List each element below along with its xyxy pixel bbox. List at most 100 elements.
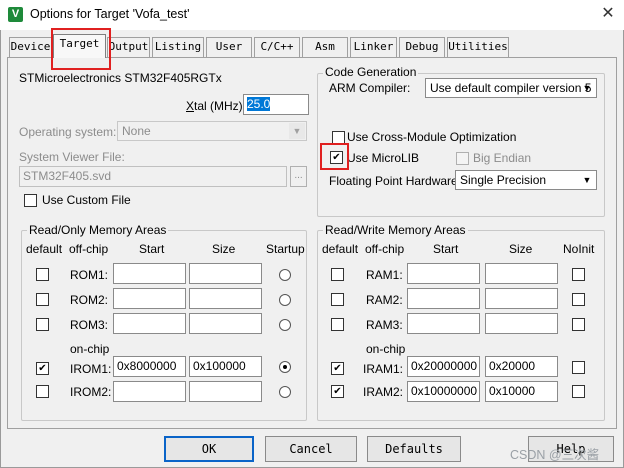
keil-app-icon: V [8, 7, 23, 22]
ro-header-startup: Startup [266, 242, 305, 256]
rom2-label: ROM2: [70, 293, 109, 307]
ro-header-offchip: off-chip [69, 242, 109, 256]
tab-asm[interactable]: Asm [302, 37, 348, 57]
irom2-default-checkbox[interactable] [36, 385, 49, 398]
irom1-startup-radio[interactable] [279, 361, 291, 373]
ram3-label: RAM3: [366, 318, 403, 332]
device-name-label: STMicroelectronics STM32F405RGTx [19, 71, 222, 85]
iram1-label: IRAM1: [363, 362, 404, 376]
rom1-start-input[interactable] [113, 263, 186, 284]
use-custom-file-label: Use Custom File [42, 193, 131, 207]
svf-browse-button[interactable]: ... [290, 166, 307, 187]
ram2-label: RAM2: [366, 293, 403, 307]
irom1-size-input[interactable]: 0x100000 [189, 356, 262, 377]
cancel-button[interactable]: Cancel [265, 436, 357, 462]
rom2-size-input[interactable] [189, 288, 262, 309]
irom2-startup-radio[interactable] [279, 386, 291, 398]
rom2-start-input[interactable] [113, 288, 186, 309]
rom3-size-input[interactable] [189, 313, 262, 334]
irom2-start-input[interactable] [113, 381, 186, 402]
irom2-size-input[interactable] [189, 381, 262, 402]
chevron-down-icon: ▼ [582, 175, 592, 185]
close-icon[interactable]: ✕ [596, 3, 620, 25]
csdn-watermark: CSDN @三次酱 [510, 448, 600, 462]
iram2-default-checkbox[interactable] [331, 385, 344, 398]
ram2-noinit-checkbox[interactable] [572, 293, 585, 306]
microlib-checkbox[interactable] [330, 151, 343, 164]
ram1-default-checkbox[interactable] [331, 268, 344, 281]
rom1-label: ROM1: [70, 268, 109, 282]
ram2-start-input[interactable] [407, 288, 480, 309]
rw-onchip-label: on-chip [366, 342, 406, 356]
rom3-label: ROM3: [70, 318, 109, 332]
ram3-noinit-checkbox[interactable] [572, 318, 585, 331]
arm-compiler-label: ARM Compiler: [329, 81, 411, 95]
fph-label: Floating Point Hardware: [329, 174, 462, 188]
rw-header-noinit: NoInit [563, 242, 595, 256]
tab-utilities[interactable]: Utilities [447, 37, 509, 57]
ram1-noinit-checkbox[interactable] [572, 268, 585, 281]
ro-header-size: Size [212, 242, 236, 256]
rom2-startup-radio[interactable] [279, 294, 291, 306]
os-select[interactable]: None ▼ [117, 121, 307, 141]
big-endian-checkbox[interactable] [456, 152, 469, 165]
iram1-size-input[interactable]: 0x20000 [485, 356, 558, 377]
os-label: Operating system: [19, 125, 117, 139]
big-endian-label: Big Endian [473, 151, 532, 165]
rom1-default-checkbox[interactable] [36, 268, 49, 281]
iram2-size-input[interactable]: 0x10000 [485, 381, 558, 402]
rom3-start-input[interactable] [113, 313, 186, 334]
irom2-label: IROM2: [70, 385, 112, 399]
tab-target[interactable]: Target [53, 34, 106, 58]
fph-select[interactable]: Single Precision ▼ [455, 170, 597, 190]
iram2-noinit-checkbox[interactable] [572, 385, 585, 398]
rom1-size-input[interactable] [189, 263, 262, 284]
arm-compiler-select[interactable]: Use default compiler version 5 ▼ [425, 78, 597, 98]
tab-linker[interactable]: Linker [350, 37, 397, 57]
ram1-label: RAM1: [366, 268, 403, 282]
svf-input[interactable]: STM32F405.svd [19, 166, 287, 187]
ok-button[interactable]: OK [164, 436, 254, 462]
defaults-button[interactable]: Defaults [367, 436, 461, 462]
ram2-size-input[interactable] [485, 288, 558, 309]
rw-header-size: Size [509, 242, 533, 256]
ro-onchip-label: on-chip [70, 342, 110, 356]
use-custom-file-checkbox[interactable] [24, 194, 37, 207]
cross-module-opt-label: Use Cross-Module Optimization [347, 130, 517, 144]
iram1-start-input[interactable]: 0x20000000 [407, 356, 480, 377]
svf-label: System Viewer File: [19, 150, 125, 164]
rw-header-offchip: off-chip [365, 242, 405, 256]
ram3-size-input[interactable] [485, 313, 558, 334]
code-generation-title: Code Generation [323, 65, 419, 79]
rom3-startup-radio[interactable] [279, 319, 291, 331]
ro-memory-title: Read/Only Memory Areas [27, 223, 169, 237]
ram2-default-checkbox[interactable] [331, 293, 344, 306]
tab-c-cpp[interactable]: C/C++ [254, 37, 300, 57]
iram1-default-checkbox[interactable] [331, 362, 344, 375]
ram3-default-checkbox[interactable] [331, 318, 344, 331]
rom2-default-checkbox[interactable] [36, 293, 49, 306]
ro-header-default: default [26, 242, 63, 256]
tab-listing[interactable]: Listing [152, 37, 204, 57]
xtal-input[interactable]: 25.0 [243, 94, 309, 115]
tab-user[interactable]: User [206, 37, 252, 57]
microlib-label: Use MicroLIB [347, 151, 420, 165]
rw-header-default: default [322, 242, 359, 256]
ram1-size-input[interactable] [485, 263, 558, 284]
rw-header-start: Start [433, 242, 459, 256]
ram1-start-input[interactable] [407, 263, 480, 284]
ro-header-start: Start [139, 242, 165, 256]
rom3-default-checkbox[interactable] [36, 318, 49, 331]
tab-output[interactable]: Output [107, 37, 150, 57]
rom1-startup-radio[interactable] [279, 269, 291, 281]
irom1-default-checkbox[interactable] [36, 362, 49, 375]
irom1-label: IROM1: [70, 362, 112, 376]
iram2-start-input[interactable]: 0x10000000 [407, 381, 480, 402]
tab-device[interactable]: Device [9, 37, 52, 57]
cross-module-opt-checkbox[interactable] [332, 131, 345, 144]
iram1-noinit-checkbox[interactable] [572, 361, 585, 374]
ram3-start-input[interactable] [407, 313, 480, 334]
irom1-start-input[interactable]: 0x8000000 [113, 356, 186, 377]
tab-debug[interactable]: Debug [399, 37, 445, 57]
chevron-down-icon: ▼ [582, 83, 592, 93]
